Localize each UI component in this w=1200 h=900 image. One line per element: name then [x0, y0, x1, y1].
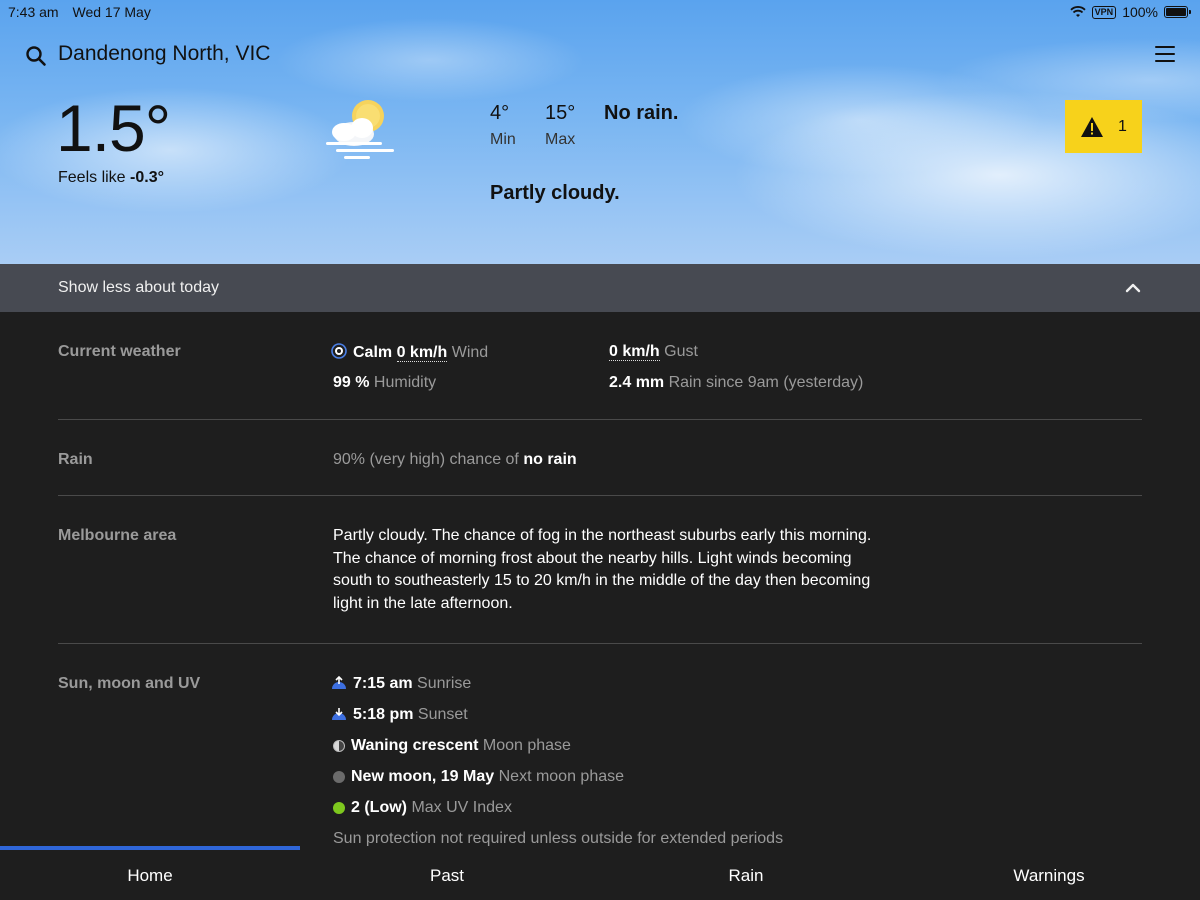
vpn-indicator: VPN [1091, 5, 1117, 19]
sunset: 5:18 pm Sunset [331, 706, 468, 724]
current-temperature: 1.5° [56, 91, 171, 165]
next-moon-value: New moon, 19 May [351, 768, 495, 785]
location-name[interactable]: Dandenong North, VIC [58, 42, 270, 66]
uv-value: 2 (Low) [351, 799, 407, 816]
sunrise-time: 7:15 am [353, 675, 413, 692]
min-temperature: 4° Min [490, 102, 516, 149]
show-less-toggle[interactable]: Show less about today [0, 264, 1200, 312]
next-moon-phase: New moon, 19 May Next moon phase [333, 768, 624, 786]
rain-amount: no rain [523, 451, 577, 468]
toggle-label: Show less about today [58, 279, 219, 296]
current-weather-row: Current weather Calm 0 km/h Wind 0 km/h … [58, 343, 1142, 413]
wind-value: Calm 0 km/h Wind [331, 343, 488, 362]
feels-like-value: -0.3° [130, 169, 164, 186]
sunrise-icon [332, 676, 346, 689]
search-icon[interactable] [25, 45, 47, 67]
max-label: Max [545, 131, 576, 148]
divider [58, 419, 1142, 420]
battery-icon [1164, 6, 1191, 18]
moon-phase-label: Moon phase [482, 737, 571, 754]
area-forecast-row: Melbourne area Partly cloudy. The chance… [58, 527, 1142, 627]
tab-past[interactable]: Past [297, 866, 597, 886]
new-moon-icon [333, 771, 345, 783]
uv-protection-note: Sun protection not required unless outsi… [333, 830, 783, 846]
humidity-label: Humidity [373, 374, 437, 391]
rain-chance: 90% (very high) chance of no rain [333, 451, 577, 469]
status-date: Wed 17 May [72, 4, 151, 20]
warning-triangle-icon [1081, 116, 1104, 137]
min-label: Min [490, 131, 516, 148]
rain-summary: No rain. [604, 102, 679, 124]
uv-note: Sun protection not required unless outsi… [333, 830, 784, 846]
wind-label: Wind [451, 344, 489, 361]
current-weather-label: Current weather [58, 343, 181, 360]
current-conditions-hero: 7:43 am Wed 17 May VPN 100% Dandenong No… [0, 0, 1200, 264]
next-moon-label: Next moon phase [498, 768, 625, 785]
rain-since-label: Rain since 9am (yesterday) [668, 374, 864, 391]
battery-percent: 100% [1122, 4, 1158, 20]
rain-label: Rain [58, 451, 93, 468]
uv-label: Max UV Index [411, 799, 512, 816]
moon-phase: Waning crescent Moon phase [333, 737, 571, 755]
wind-speed[interactable]: 0 km/h [396, 344, 448, 362]
warnings-button[interactable]: 1 [1065, 100, 1142, 153]
area-label: Melbourne area [58, 527, 177, 544]
max-temperature: 15° Max [545, 102, 575, 149]
uv-index: 2 (Low) Max UV Index [333, 799, 512, 817]
gust-value: 0 km/h Gust [609, 343, 698, 361]
divider [58, 495, 1142, 496]
wind-state: Calm [353, 344, 393, 361]
moon-phase-value: Waning crescent [351, 737, 479, 754]
tab-warnings[interactable]: Warnings [899, 866, 1199, 886]
forecast-description: Partly cloudy. [490, 182, 620, 204]
rain-row: Rain 90% (very high) chance of no rain [58, 451, 1142, 481]
warnings-count: 1 [1118, 117, 1127, 135]
feels-like-label: Feels like [58, 169, 126, 186]
menu-icon[interactable] [1155, 46, 1175, 62]
rain-chance-text: 90% (very high) chance of [333, 451, 519, 468]
divider [58, 643, 1142, 644]
max-value: 15° [545, 102, 576, 124]
sunset-label: Sunset [417, 706, 468, 723]
status-time: 7:43 am [8, 4, 59, 20]
sunrise-label: Sunrise [417, 675, 472, 692]
humidity-value: 99 % Humidity [333, 374, 436, 392]
calm-wind-icon [331, 343, 347, 359]
gust-label: Gust [664, 343, 698, 360]
area-forecast-text: Partly cloudy. The chance of fog in the … [333, 527, 872, 612]
today-details[interactable]: Current weather Calm 0 km/h Wind 0 km/h … [0, 312, 1200, 846]
uv-low-icon [333, 802, 345, 814]
active-tab-indicator [0, 846, 300, 850]
sunrise: 7:15 am Sunrise [331, 675, 471, 693]
sun-moon-uv-row: Sun, moon and UV 7:15 am Sunrise 5:18 pm… [58, 675, 1142, 846]
tab-home[interactable]: Home [0, 866, 300, 886]
rain-since-amount: 2.4 mm [609, 374, 665, 391]
sunset-icon [332, 708, 346, 720]
sunset-time: 5:18 pm [353, 706, 414, 723]
chevron-up-icon [1125, 283, 1141, 293]
feels-like: Feels like -0.3° [58, 169, 164, 187]
wifi-icon [1070, 6, 1086, 17]
rain-since-9am: 2.4 mm Rain since 9am (yesterday) [609, 374, 863, 392]
partly-cloudy-icon [326, 100, 394, 159]
gust-speed[interactable]: 0 km/h [609, 343, 660, 361]
status-bar: 7:43 am Wed 17 May VPN 100% [8, 4, 1191, 20]
waning-crescent-icon [333, 740, 345, 752]
tab-rain[interactable]: Rain [596, 866, 896, 886]
min-value: 4° [490, 102, 510, 124]
bottom-nav: Home Past Rain Warnings [0, 846, 1200, 900]
sun-moon-uv-label: Sun, moon and UV [58, 675, 201, 692]
humidity-amount: 99 % [333, 374, 370, 391]
